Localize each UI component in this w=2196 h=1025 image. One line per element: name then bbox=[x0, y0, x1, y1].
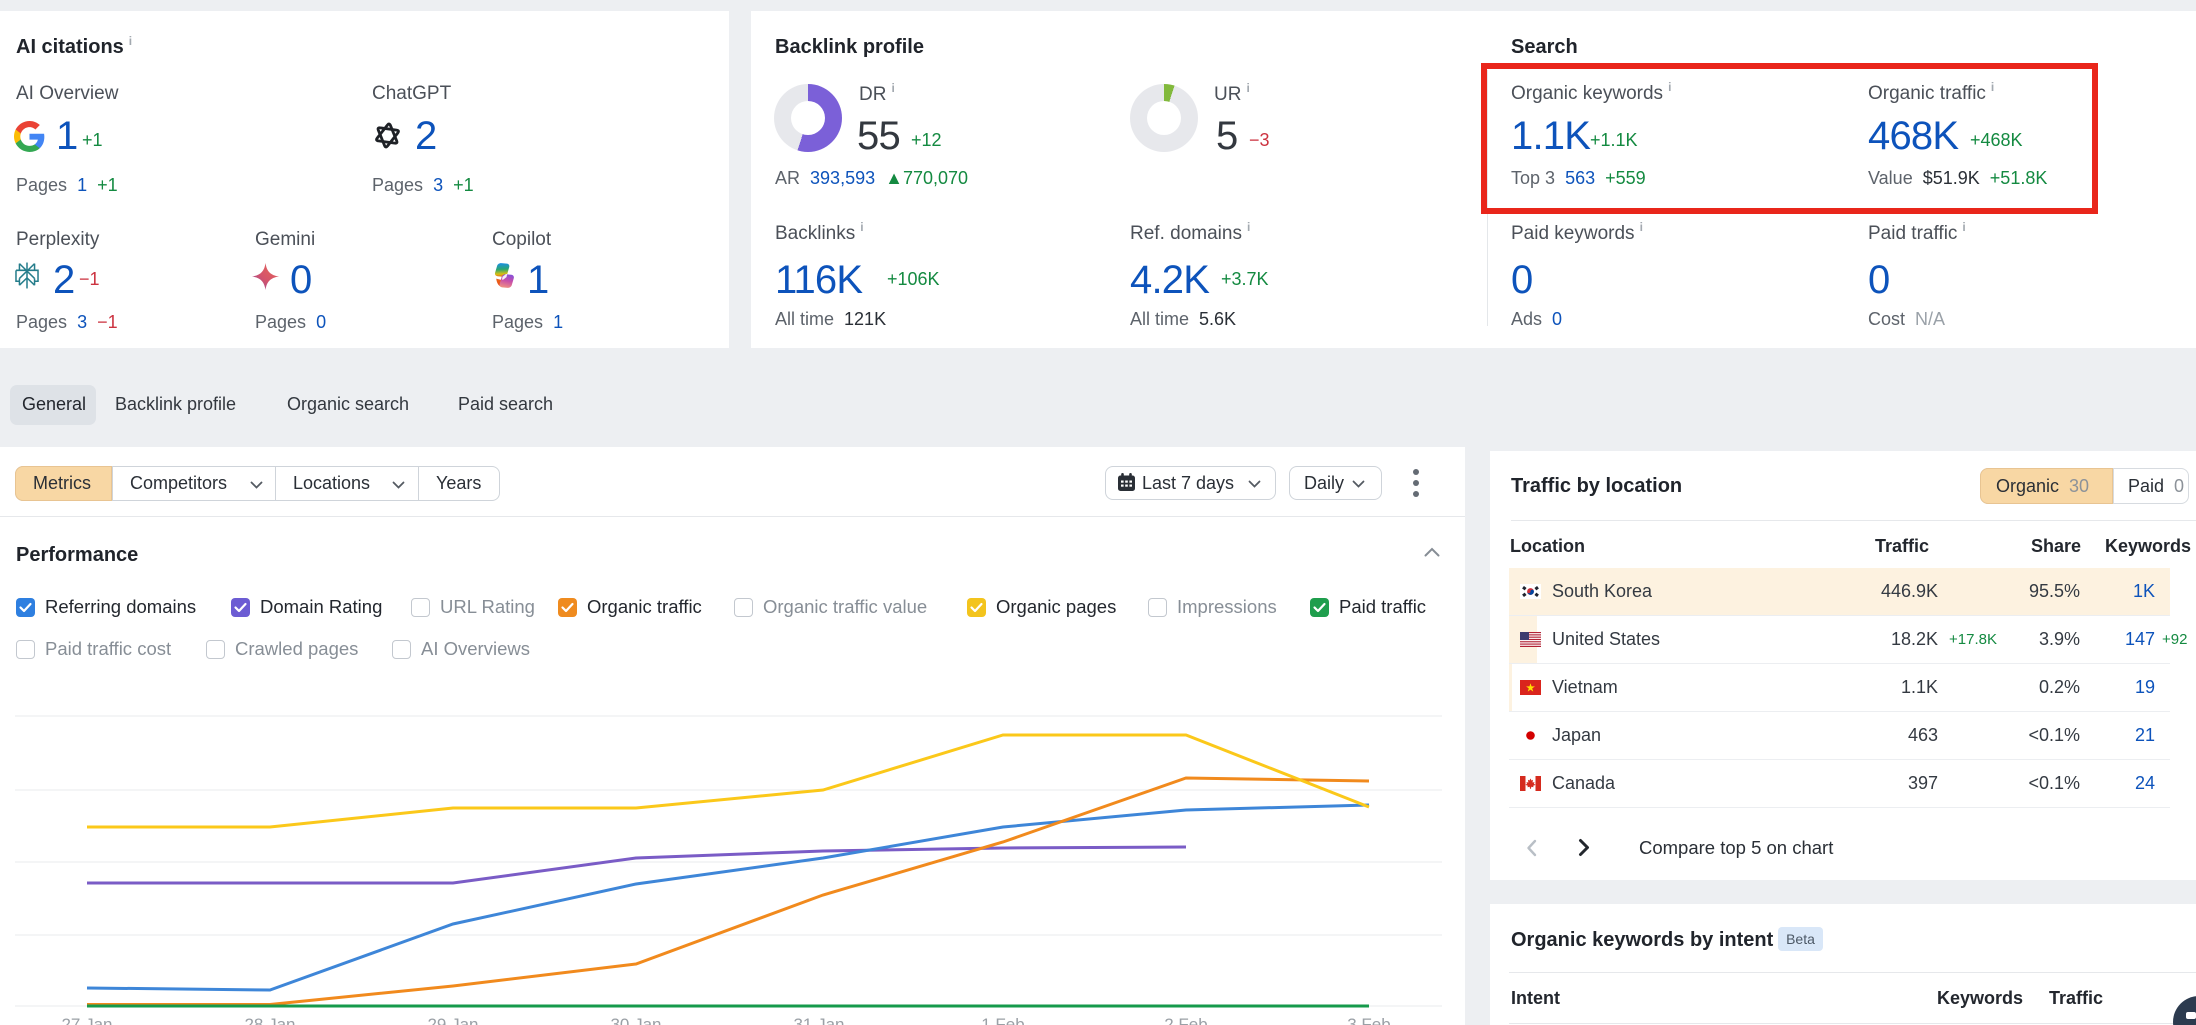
svg-text:30 Jan: 30 Jan bbox=[610, 1015, 661, 1025]
svg-text:2 Feb: 2 Feb bbox=[1164, 1015, 1207, 1025]
svg-text:3 Feb: 3 Feb bbox=[1347, 1015, 1390, 1025]
svg-text:28 Jan: 28 Jan bbox=[244, 1015, 295, 1025]
svg-text:31 Jan: 31 Jan bbox=[793, 1015, 844, 1025]
svg-text:27 Jan: 27 Jan bbox=[61, 1015, 112, 1025]
svg-text:29 Jan: 29 Jan bbox=[427, 1015, 478, 1025]
svg-text:1 Feb: 1 Feb bbox=[981, 1015, 1024, 1025]
